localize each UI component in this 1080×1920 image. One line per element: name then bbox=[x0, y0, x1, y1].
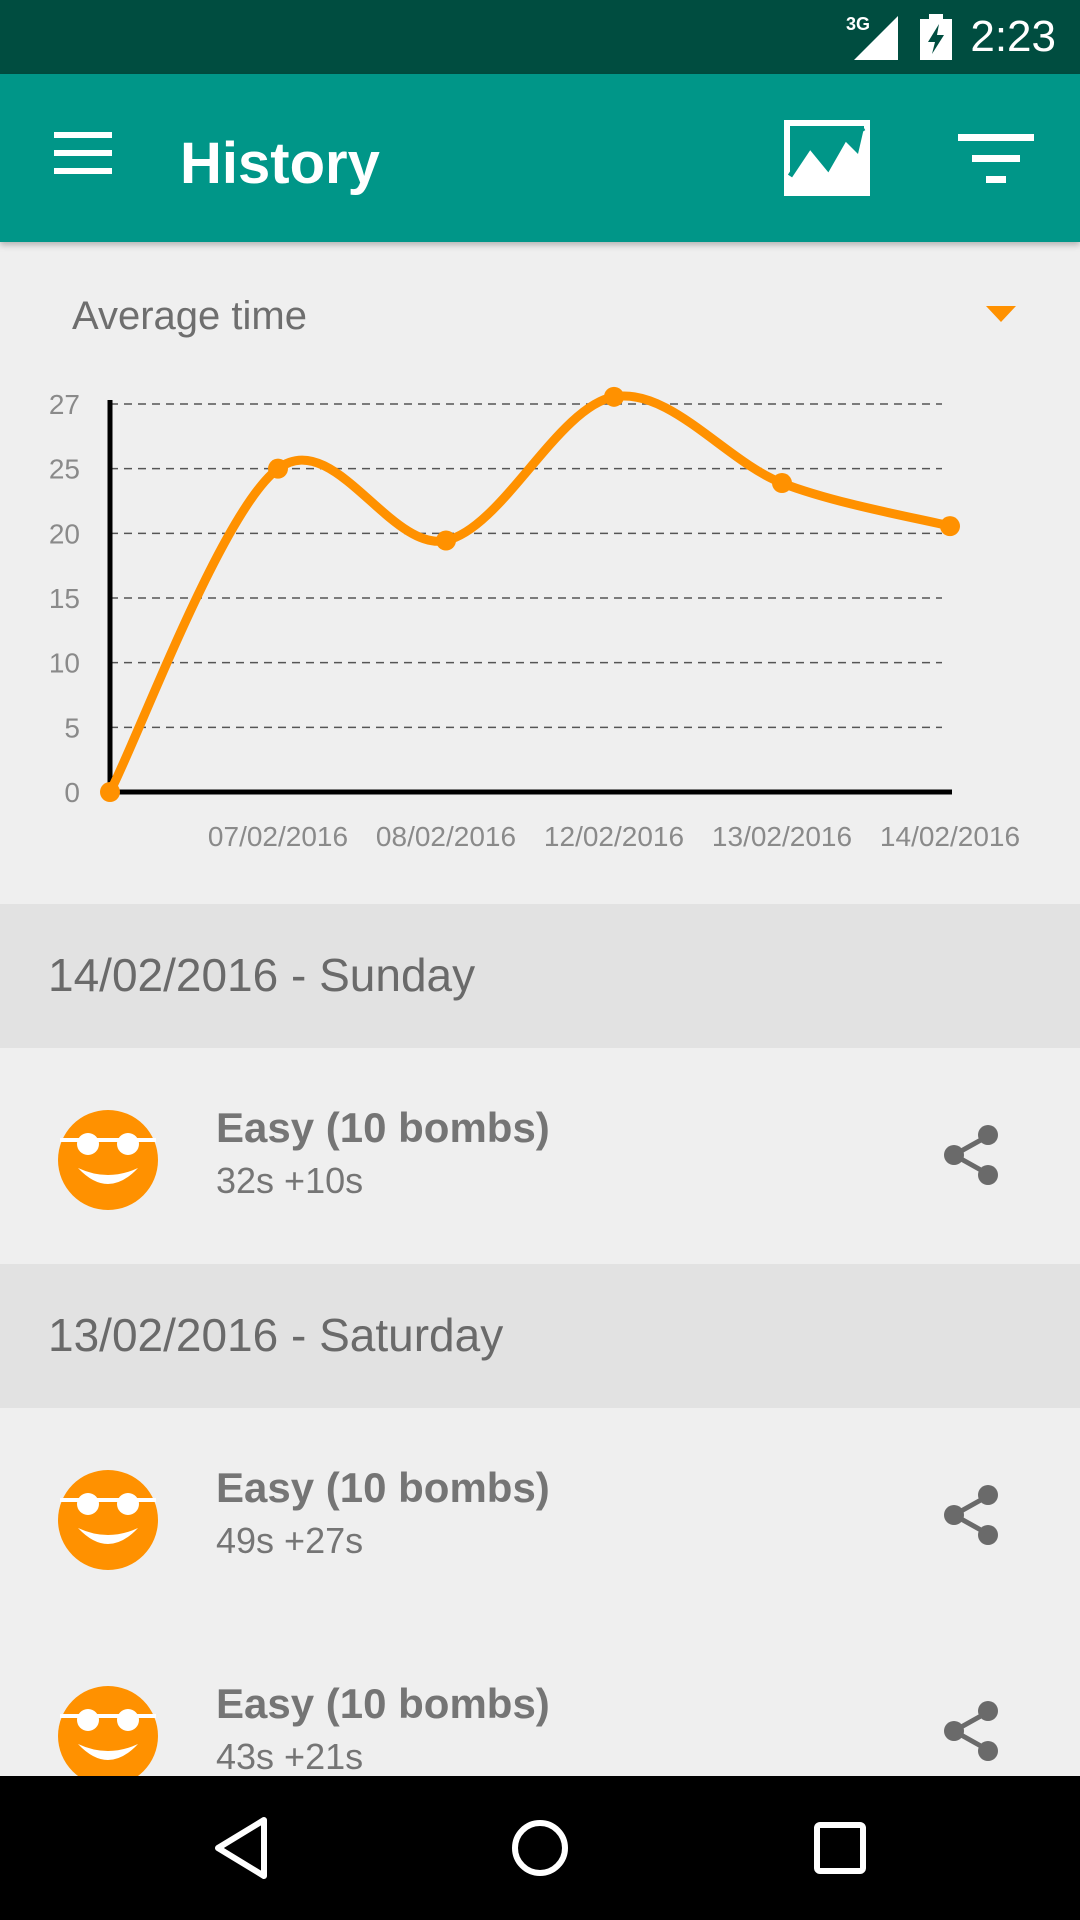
x-tick-label: 12/02/2016 bbox=[544, 821, 684, 852]
data-point bbox=[772, 473, 792, 494]
game-score: 43s +21s bbox=[216, 1736, 364, 1777]
y-tick-label: 25 bbox=[49, 454, 80, 485]
data-point bbox=[604, 386, 624, 407]
home-icon[interactable] bbox=[504, 1812, 576, 1884]
game-mode: Easy (10 bombs) bbox=[216, 1680, 550, 1727]
y-tick-label: 5 bbox=[64, 712, 80, 743]
stat-dropdown[interactable]: Average time bbox=[0, 270, 1080, 360]
back-icon[interactable] bbox=[206, 1812, 278, 1884]
share-icon[interactable] bbox=[938, 1122, 1004, 1188]
status-bar: 3G 2:23 bbox=[0, 0, 1080, 74]
y-tick-label: 20 bbox=[49, 518, 80, 549]
average-time-chart: 0 5 10 15 20 25 27 07/02/2016 08/02/2016 12/02/20… bbox=[49, 386, 1020, 852]
y-tick-label: 15 bbox=[49, 583, 80, 614]
signal-icon bbox=[854, 16, 898, 60]
stat-dropdown-value: Average time bbox=[72, 294, 307, 338]
share-icon[interactable] bbox=[938, 1698, 1004, 1764]
filter-icon[interactable] bbox=[958, 132, 1034, 186]
game-score: 49s +27s bbox=[216, 1520, 364, 1561]
game-row[interactable]: Easy (10 bombs) 32s +10s bbox=[0, 1048, 1080, 1264]
data-point bbox=[940, 516, 960, 537]
day-header: 13/02/2016 - Saturday bbox=[0, 1264, 1080, 1408]
page-title: History bbox=[180, 131, 380, 196]
app-bar: History bbox=[0, 74, 1080, 242]
game-score: 32s +10s bbox=[216, 1160, 364, 1201]
data-point bbox=[268, 458, 288, 479]
share-icon[interactable] bbox=[938, 1482, 1004, 1548]
battery-charging-icon bbox=[920, 14, 952, 60]
y-tick-label: 27 bbox=[49, 389, 80, 420]
x-tick-label: 14/02/2016 bbox=[880, 821, 1020, 852]
day-header-label: 14/02/2016 - Sunday bbox=[48, 949, 476, 1001]
x-tick-label: 08/02/2016 bbox=[376, 821, 516, 852]
x-tick-label: 13/02/2016 bbox=[712, 821, 852, 852]
y-tick-label: 10 bbox=[49, 648, 80, 679]
day-header: 14/02/2016 - Sunday bbox=[0, 904, 1080, 1048]
series-line bbox=[105, 391, 955, 797]
clock: 2:23 bbox=[970, 12, 1056, 61]
game-mode: Easy (10 bombs) bbox=[216, 1104, 550, 1151]
smiley-sunglasses-icon bbox=[58, 1470, 158, 1570]
data-point bbox=[100, 782, 120, 802]
x-tick-label: 07/02/2016 bbox=[208, 821, 348, 852]
data-point bbox=[436, 530, 456, 551]
line-chart-icon[interactable] bbox=[784, 120, 870, 196]
day-header-label: 13/02/2016 - Saturday bbox=[48, 1309, 504, 1361]
dropdown-arrow-icon bbox=[986, 306, 1016, 322]
smiley-sunglasses-icon bbox=[58, 1686, 158, 1786]
smiley-sunglasses-icon bbox=[58, 1110, 158, 1210]
navigation-bar bbox=[0, 1776, 1080, 1920]
game-mode: Easy (10 bombs) bbox=[216, 1464, 550, 1511]
menu-icon[interactable] bbox=[54, 130, 112, 176]
game-row[interactable]: Easy (10 bombs) 49s +27s bbox=[0, 1408, 1080, 1624]
y-tick-label: 0 bbox=[64, 777, 80, 808]
recents-icon[interactable] bbox=[804, 1812, 876, 1884]
